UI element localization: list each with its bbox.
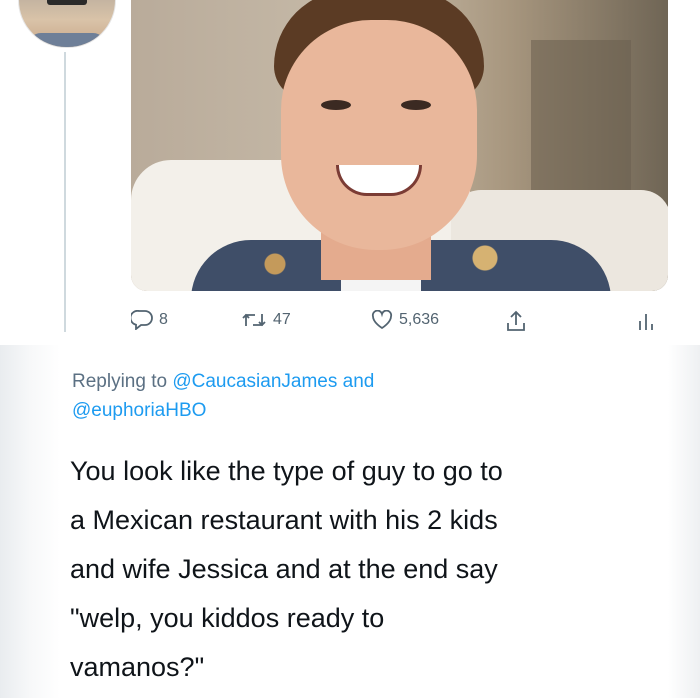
replying-to-line: Replying to @CaucasianJames and @euphori… bbox=[72, 367, 672, 425]
like-button[interactable]: 5,636 bbox=[371, 310, 439, 330]
replying-prefix: Replying to bbox=[72, 371, 168, 392]
retweet-button[interactable]: 47 bbox=[241, 310, 291, 330]
tweet-text-line: a Mexican restaurant with his 2 kids bbox=[70, 505, 498, 535]
retweet-icon bbox=[242, 313, 266, 327]
reply-icon bbox=[131, 310, 153, 330]
reply-count: 8 bbox=[159, 311, 168, 328]
tweet-text-line: and wife Jessica and at the end say bbox=[70, 554, 498, 584]
tweet-text: You look like the type of guy to go to a… bbox=[70, 447, 680, 692]
share-button[interactable] bbox=[506, 310, 526, 332]
photo-eye-left bbox=[321, 100, 351, 110]
mention-euphoriahbo[interactable]: @euphoriaHBO bbox=[72, 400, 206, 421]
tweet-photo[interactable] bbox=[131, 0, 668, 291]
tweet-actions: 8 47 5,636 bbox=[131, 310, 691, 340]
tweet-text-line: You look like the type of guy to go to bbox=[70, 456, 503, 486]
tweet-text-line: vamanos?" bbox=[70, 652, 205, 682]
photo-eye-right bbox=[401, 100, 431, 110]
original-tweet: 8 47 5,636 bbox=[0, 0, 700, 345]
like-icon bbox=[371, 310, 393, 330]
like-count: 5,636 bbox=[399, 311, 440, 328]
mention-joiner: and bbox=[342, 371, 375, 392]
analytics-button[interactable] bbox=[636, 310, 656, 332]
avatar-shirt bbox=[27, 33, 107, 47]
sunglasses-graphic bbox=[47, 0, 87, 5]
avatar[interactable] bbox=[18, 0, 116, 48]
reply-button[interactable]: 8 bbox=[131, 310, 168, 330]
analytics-icon bbox=[639, 314, 653, 330]
thread-line bbox=[64, 52, 66, 332]
reply-tweet: Replying to @CaucasianJames and @euphori… bbox=[0, 345, 700, 698]
share-icon bbox=[507, 310, 525, 331]
tweet-text-line: "welp, you kiddos ready to bbox=[70, 603, 385, 633]
mention-caucasianjames[interactable]: @CaucasianJames bbox=[172, 371, 337, 392]
photo-face bbox=[281, 20, 477, 250]
retweet-count: 47 bbox=[273, 311, 291, 328]
